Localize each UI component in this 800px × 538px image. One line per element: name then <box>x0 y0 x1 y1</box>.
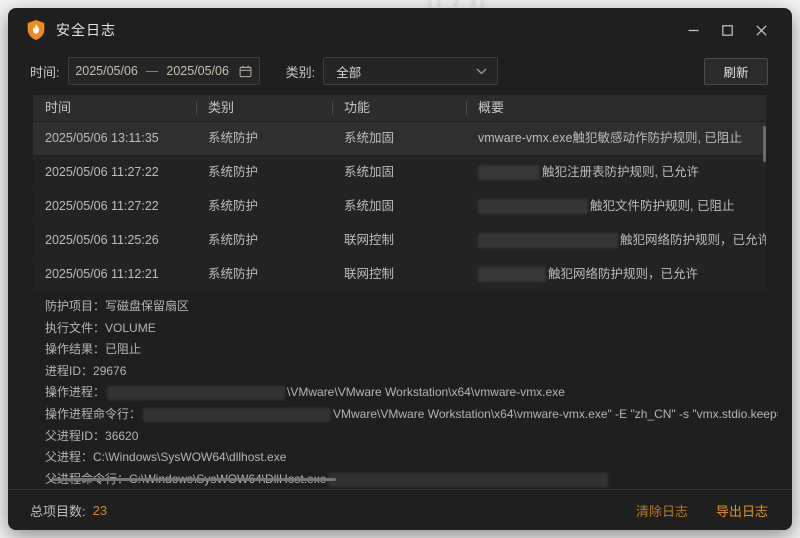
category-cell: 系统防护 <box>196 190 332 223</box>
summary-text: 触犯网络防护规则，已允许 <box>620 233 766 247</box>
column-header-function[interactable]: 功能 <box>332 95 466 121</box>
summary-cell: vmware-vmx.exe触犯敏感动作防护规则, 已阻止 <box>466 122 766 155</box>
redacted-text <box>478 165 540 180</box>
function-cell: 系统加固 <box>332 190 466 223</box>
table-header: 时间 类别 功能 概要 <box>33 95 766 121</box>
refresh-button[interactable]: 刷新 <box>704 58 768 85</box>
redacted-text <box>143 408 331 422</box>
summary-text: vmware-vmx.exe触犯敏感动作防护规则, 已阻止 <box>478 131 742 145</box>
total-count-label: 总项目数: <box>30 501 86 520</box>
detail-line: 操作结果：已阻止 <box>45 339 778 361</box>
column-header-summary[interactable]: 概要 <box>466 95 766 121</box>
time-cell: 2025/05/06 11:12:21 <box>33 258 196 291</box>
summary-cell: 触犯注册表防护规则, 已允许 <box>466 156 766 189</box>
titlebar: 安全日志 <box>8 8 792 52</box>
detail-label: 进程ID： <box>45 364 93 378</box>
time-cell: 2025/05/06 13:11:35 <box>33 122 196 155</box>
table-row[interactable]: 2025/05/06 11:27:22系统防护系统加固 触犯注册表防护规则, 已允… <box>33 156 766 189</box>
security-log-window: 安全日志 时间: 2025/05/06 — 2025/05/06 类别: 全部 <box>8 8 792 530</box>
detail-label: 操作进程命令行： <box>45 407 141 421</box>
column-header-category[interactable]: 类别 <box>196 95 332 121</box>
detail-value: 写磁盘保留扇区 <box>105 299 189 313</box>
function-cell: 联网控制 <box>332 224 466 257</box>
detail-line: 父进程：C:\Windows\SysWOW64\dllhost.exe <box>45 447 778 469</box>
function-cell: 系统加固 <box>332 122 466 155</box>
window-controls <box>676 15 778 45</box>
redacted-text <box>107 386 285 400</box>
table-body: 2025/05/06 13:11:35系统防护系统加固vmware-vmx.ex… <box>33 122 766 291</box>
chevron-down-icon <box>476 68 487 75</box>
category-cell: 系统防护 <box>196 122 332 155</box>
log-table: 时间 类别 功能 概要 2025/05/06 13:11:35系统防护系统加固v… <box>33 95 766 291</box>
date-separator: — <box>146 64 159 78</box>
date-range-picker[interactable]: 2025/05/06 — 2025/05/06 <box>68 57 260 85</box>
table-row[interactable]: 2025/05/06 13:11:35系统防护系统加固 vmware-vmx.ex… <box>33 122 766 155</box>
redacted-text <box>478 233 618 248</box>
total-count-value: 23 <box>93 503 107 518</box>
time-cell: 2025/05/06 11:27:22 <box>33 156 196 189</box>
redacted-text <box>478 267 546 282</box>
detail-pane: 防护项目：写磁盘保留扇区执行文件：VOLUME操作结果：已阻止进程ID：2967… <box>45 296 778 490</box>
summary-text: 触犯文件防护规则, 已阻止 <box>590 199 734 213</box>
detail-label: 防护项目： <box>45 299 105 313</box>
maximize-button[interactable] <box>710 15 744 45</box>
category-selected-value: 全部 <box>336 62 361 81</box>
calendar-icon <box>239 65 252 78</box>
date-end: 2025/05/06 <box>166 64 229 78</box>
detail-label: 父进程： <box>45 450 93 464</box>
detail-label: 操作结果： <box>45 342 105 356</box>
minimize-button[interactable] <box>676 15 710 45</box>
footer-actions: 清除日志 导出日志 <box>636 501 768 520</box>
date-start: 2025/05/06 <box>75 64 138 78</box>
detail-line: 防护项目：写磁盘保留扇区 <box>45 296 778 318</box>
detail-value: VMware\VMware Workstation\x64\vmware-vmx… <box>333 407 778 421</box>
export-log-button[interactable]: 导出日志 <box>716 501 768 520</box>
detail-label: 执行文件： <box>45 321 105 335</box>
category-select[interactable]: 全部 <box>323 57 498 85</box>
time-cell: 2025/05/06 11:25:26 <box>33 224 196 257</box>
table-row[interactable]: 2025/05/06 11:27:22系统防护系统加固 触犯文件防护规则, 已阻止 <box>33 190 766 223</box>
filter-bar: 时间: 2025/05/06 — 2025/05/06 类别: 全部 刷新 <box>30 57 768 85</box>
time-filter-label: 时间: <box>30 62 60 81</box>
detail-value: 29676 <box>93 364 126 378</box>
detail-value: VOLUME <box>105 321 156 335</box>
detail-label: 操作进程： <box>45 385 105 399</box>
summary-cell: 触犯网络防护规则，已允许 <box>466 258 766 291</box>
category-filter-label: 类别: <box>286 62 316 81</box>
detail-value: \VMware\VMware Workstation\x64\vmware-vm… <box>287 385 565 399</box>
function-cell: 联网控制 <box>332 258 466 291</box>
close-button[interactable] <box>744 15 778 45</box>
detail-line: 父进程ID：36620 <box>45 426 778 448</box>
window-title: 安全日志 <box>56 20 116 40</box>
detail-line: 操作进程： \VMware\VMware Workstation\x64\vmwa… <box>45 382 778 404</box>
clear-log-button[interactable]: 清除日志 <box>636 501 688 520</box>
function-cell: 系统加固 <box>332 156 466 189</box>
summary-cell: 触犯文件防护规则, 已阻止 <box>466 190 766 223</box>
table-row[interactable]: 2025/05/06 11:12:21系统防护联网控制 触犯网络防护规则，已允许 <box>33 258 766 291</box>
table-row[interactable]: 2025/05/06 11:25:26系统防护联网控制 触犯网络防护规则，已允许 <box>33 224 766 257</box>
redacted-text <box>478 199 588 214</box>
detail-line: 进程ID：29676 <box>45 361 778 383</box>
horizontal-scrollbar[interactable] <box>52 478 336 481</box>
category-cell: 系统防护 <box>196 224 332 257</box>
summary-text: 触犯网络防护规则，已允许 <box>548 267 698 281</box>
column-header-time[interactable]: 时间 <box>33 95 196 121</box>
detail-value: C:\Windows\SysWOW64\dllhost.exe <box>93 450 286 464</box>
redacted-text <box>328 473 608 487</box>
shield-flame-icon <box>26 19 46 41</box>
detail-value: 36620 <box>105 429 138 443</box>
detail-line: 执行文件：VOLUME <box>45 318 778 340</box>
category-cell: 系统防护 <box>196 258 332 291</box>
footer: 总项目数: 23 清除日志 导出日志 <box>8 489 792 530</box>
detail-line: 操作进程命令行： VMware\VMware Workstation\x64\vm… <box>45 404 778 426</box>
detail-label: 父进程ID： <box>45 429 105 443</box>
time-cell: 2025/05/06 11:27:22 <box>33 190 196 223</box>
detail-value: 已阻止 <box>105 342 141 356</box>
summary-cell: 触犯网络防护规则，已允许 <box>466 224 766 257</box>
summary-text: 触犯注册表防护规则, 已允许 <box>542 165 699 179</box>
category-cell: 系统防护 <box>196 156 332 189</box>
vertical-scrollbar[interactable] <box>763 126 766 162</box>
